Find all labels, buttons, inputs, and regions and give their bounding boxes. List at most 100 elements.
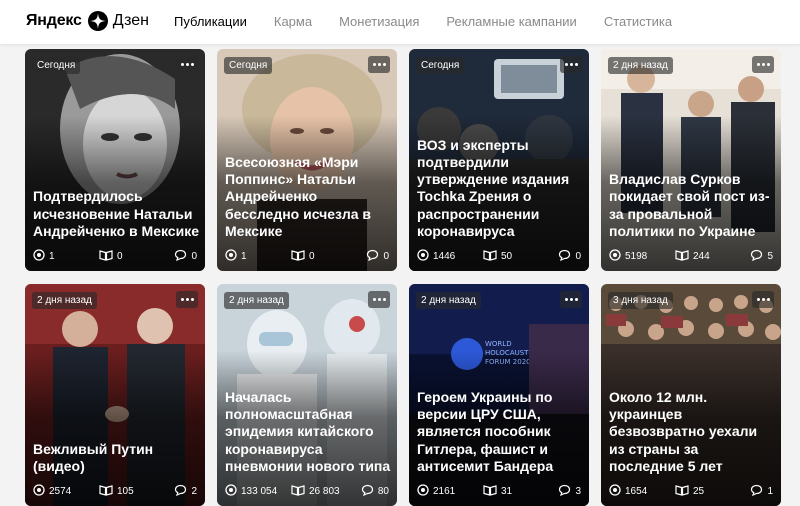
top-bar: Яндекс Дзен Публикации Карма Монетизация… <box>0 0 800 44</box>
publication-date-badge: 3 дня назад <box>608 292 673 309</box>
reads-stat: 25 <box>675 484 750 499</box>
publication-title[interactable]: Началась полномасштабная эпидемия китайс… <box>225 389 391 475</box>
comment-icon <box>174 484 191 499</box>
comments-stat: 0 <box>366 249 389 264</box>
publication-card[interactable]: WORLDHOLOCAUSTFORUM 2020 2 дня назад Гер… <box>409 284 589 506</box>
publication-date-badge: Сегодня <box>224 57 273 74</box>
book-icon <box>99 249 117 264</box>
publication-date-badge: Сегодня <box>416 57 465 74</box>
views-stat: 1654 <box>609 483 675 499</box>
reads-stat: 26 803 <box>291 484 361 499</box>
more-options-icon[interactable] <box>368 291 390 308</box>
eye-icon <box>33 483 49 499</box>
comment-icon <box>174 249 191 264</box>
publication-card[interactable]: Сегодня Подтвердилось исчезновение Натал… <box>25 49 205 271</box>
reads-stat: 31 <box>483 484 558 499</box>
views-count: 1654 <box>625 485 648 497</box>
publication-card[interactable]: 2 дня назад Владислав Сурков покидает св… <box>601 49 781 271</box>
yandex-dzen-logo[interactable]: Яндекс Дзен <box>26 9 149 33</box>
more-options-icon[interactable] <box>560 291 582 308</box>
publication-title[interactable]: Всесоюзная «Мэри Поппинс» Натальи Андрей… <box>225 154 391 240</box>
reads-stat: 0 <box>99 249 174 264</box>
publication-date-badge: 2 дня назад <box>32 292 97 309</box>
reads-stat: 105 <box>99 484 174 499</box>
eye-icon <box>225 248 241 264</box>
dzen-logo-icon <box>87 11 108 31</box>
views-stat: 1 <box>33 248 99 264</box>
views-count: 1446 <box>433 250 456 262</box>
book-icon <box>483 249 501 264</box>
nav-publications[interactable]: Публикации <box>174 14 247 29</box>
publication-title[interactable]: Героем Украины по версии ЦРУ США, являет… <box>417 389 583 475</box>
comments-stat: 1 <box>750 484 773 499</box>
publication-title[interactable]: Около 12 млн. украинцев безвозвратно уех… <box>609 389 775 475</box>
reads-count: 26 803 <box>309 485 340 497</box>
more-options-icon[interactable] <box>752 291 774 308</box>
views-count: 2161 <box>433 485 456 497</box>
publication-stats: 2574 105 2 <box>33 483 197 499</box>
comments-stat: 5 <box>750 249 773 264</box>
comment-icon <box>361 484 378 499</box>
more-options-icon[interactable] <box>368 56 390 73</box>
publication-stats: 133 054 26 803 80 <box>225 483 389 499</box>
nav-karma[interactable]: Карма <box>274 14 312 29</box>
publication-date-badge: Сегодня <box>32 57 81 74</box>
views-count: 1 <box>49 250 55 262</box>
comments-count: 80 <box>377 485 389 497</box>
reads-count: 0 <box>309 250 315 262</box>
publication-card[interactable]: 2 дня назад Вежливый Путин (видео) 2574 … <box>25 284 205 506</box>
comment-icon <box>750 249 767 264</box>
reads-count: 31 <box>501 485 513 497</box>
views-count: 5198 <box>625 250 648 262</box>
comments-count: 0 <box>191 250 197 262</box>
eye-icon <box>417 483 433 499</box>
nav-monetization[interactable]: Монетизация <box>339 14 419 29</box>
reads-count: 0 <box>117 250 123 262</box>
more-options-icon[interactable] <box>176 56 198 73</box>
more-options-icon[interactable] <box>560 56 582 73</box>
eye-icon <box>33 248 49 264</box>
book-icon <box>291 249 309 264</box>
nav-statistics[interactable]: Статистика <box>604 14 672 29</box>
comments-count: 0 <box>383 250 389 262</box>
publication-stats: 1 0 0 <box>33 248 197 264</box>
publication-card[interactable]: 3 дня назад Около 12 млн. украинцев безв… <box>601 284 781 506</box>
eye-icon <box>225 483 241 499</box>
comments-count: 1 <box>767 485 773 497</box>
reads-stat: 244 <box>675 249 750 264</box>
book-icon <box>483 484 501 499</box>
eye-icon <box>417 248 433 264</box>
eye-icon <box>609 483 625 499</box>
more-options-icon[interactable] <box>752 56 774 73</box>
views-stat: 1446 <box>417 248 483 264</box>
publication-title[interactable]: Вежливый Путин (видео) <box>33 441 199 475</box>
publication-stats: 5198 244 5 <box>609 248 773 264</box>
book-icon <box>99 484 117 499</box>
publication-card[interactable]: Сегодня Всесоюзная «Мэри Поппинс» Наталь… <box>217 49 397 271</box>
comments-count: 5 <box>767 250 773 262</box>
more-options-icon[interactable] <box>176 291 198 308</box>
reads-count: 244 <box>693 250 710 262</box>
publication-card[interactable]: 2 дня назад Началась полномасштабная эпи… <box>217 284 397 506</box>
comments-stat: 2 <box>174 484 197 499</box>
views-stat: 5198 <box>609 248 675 264</box>
publication-title[interactable]: Подтвердилось исчезновение Натальи Андре… <box>33 188 199 240</box>
views-stat: 2161 <box>417 483 483 499</box>
reads-stat: 50 <box>483 249 558 264</box>
publication-title[interactable]: Владислав Сурков покидает свой пост из-з… <box>609 171 775 240</box>
nav-ad-campaigns[interactable]: Рекламные кампании <box>446 14 576 29</box>
comment-icon <box>558 249 575 264</box>
comments-stat: 80 <box>361 484 389 499</box>
logo-dzen-text: Дзен <box>112 12 149 29</box>
reads-count: 50 <box>501 250 513 262</box>
publication-card[interactable]: Сегодня ВОЗ и эксперты подтвердили утвер… <box>409 49 589 271</box>
views-count: 133 054 <box>241 485 278 497</box>
comments-stat: 3 <box>558 484 581 499</box>
comment-icon <box>366 249 383 264</box>
comments-count: 0 <box>575 250 581 262</box>
book-icon <box>675 484 693 499</box>
comments-stat: 0 <box>558 249 581 264</box>
publication-title[interactable]: ВОЗ и эксперты подтвердили утверждение и… <box>417 137 583 240</box>
publication-date-badge: 2 дня назад <box>224 292 289 309</box>
logo-yandex-text: Яндекс <box>26 12 82 29</box>
